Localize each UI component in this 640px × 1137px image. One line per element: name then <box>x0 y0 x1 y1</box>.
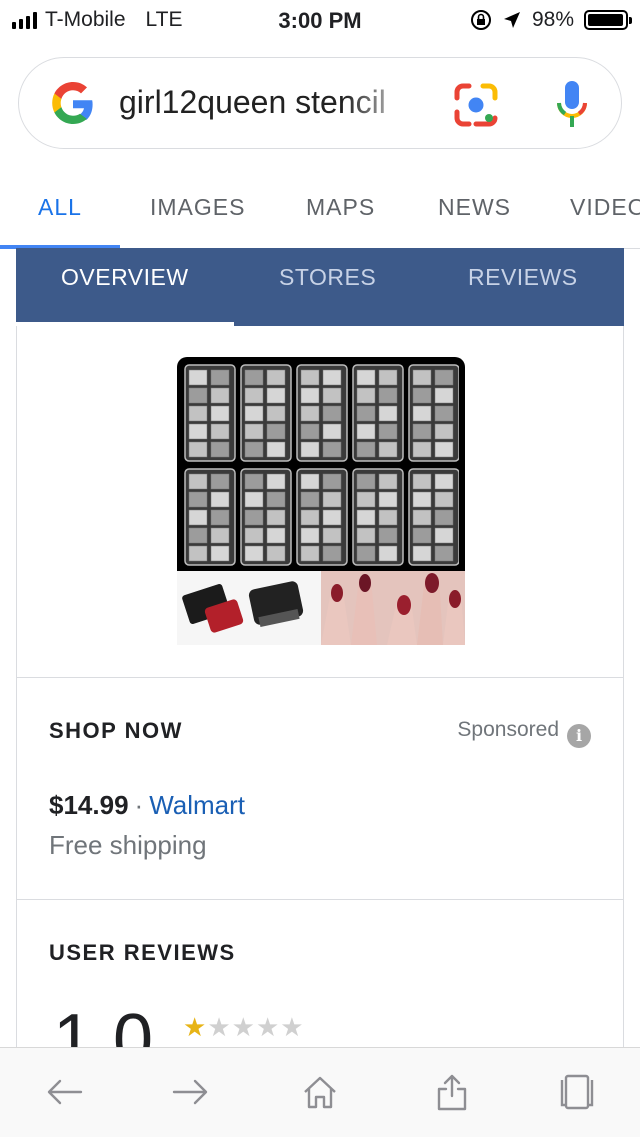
tab-maps[interactable]: MAPS <box>306 194 375 221</box>
stamping-plate <box>352 468 404 566</box>
shipping-info: Free shipping <box>49 830 207 860</box>
tab-video[interactable]: VIDEO <box>570 194 640 221</box>
info-icon[interactable]: i <box>567 724 591 748</box>
stamping-plate <box>240 364 292 462</box>
status-bar: T-Mobile LTE 3:00 PM 98% <box>0 0 640 40</box>
status-right: 98% <box>470 8 632 32</box>
subtab-overview[interactable]: OVERVIEW <box>61 264 189 291</box>
subtab-stores[interactable]: STORES <box>279 264 376 291</box>
battery-icon <box>584 10 632 30</box>
stamping-plate <box>408 364 459 462</box>
product-subtabs: OVERVIEW STORES REVIEWS <box>16 248 624 326</box>
share-icon[interactable] <box>432 1072 472 1112</box>
search-tabs: ALL IMAGES MAPS NEWS VIDEO <box>0 170 640 249</box>
stamper-image <box>177 571 321 645</box>
sponsored-label: Sponsored i <box>457 718 591 748</box>
google-g-icon <box>52 82 93 124</box>
tabs-icon[interactable] <box>556 1072 596 1112</box>
price-line: $14.99 · Walmart <box>49 790 245 821</box>
product-accessories-strip <box>177 571 465 645</box>
battery-fill <box>588 14 623 26</box>
search-box[interactable]: girl12queen stencil <box>18 57 622 149</box>
stamping-plate <box>184 468 236 566</box>
product-image-card <box>16 326 624 678</box>
rotation-lock-icon <box>470 10 491 30</box>
store-link[interactable]: Walmart <box>149 790 245 820</box>
star-rating: ★★★★★ <box>183 1012 305 1043</box>
star-empty-icon: ★ <box>207 1012 232 1042</box>
product-price: $14.99 <box>49 790 129 820</box>
forward-arrow-icon[interactable] <box>170 1072 210 1112</box>
star-empty-icon: ★ <box>255 1012 281 1042</box>
star-filled-icon: ★ <box>183 1012 208 1042</box>
location-arrow-icon <box>503 12 520 28</box>
browser-toolbar <box>0 1047 640 1137</box>
star-empty-icon: ★ <box>280 1012 305 1042</box>
stamping-plate <box>296 364 348 462</box>
shop-now-card: SHOP NOW Sponsored i $14.99 · Walmart Free… <box>16 678 624 900</box>
home-icon[interactable] <box>300 1072 340 1112</box>
subtab-reviews[interactable]: REVIEWS <box>468 264 578 291</box>
battery-percent: 98% <box>531 8 574 31</box>
tab-all[interactable]: ALL <box>38 194 82 221</box>
price-separator: · <box>134 790 144 820</box>
sponsored-text: Sponsored <box>457 718 559 741</box>
product-image[interactable] <box>177 357 465 645</box>
search-input[interactable]: girl12queen stencil <box>119 84 419 121</box>
back-arrow-icon[interactable] <box>45 1072 85 1112</box>
google-lens-icon[interactable] <box>451 80 501 130</box>
painted-nails-image <box>321 571 465 645</box>
stamping-plates-image <box>184 364 459 566</box>
star-empty-icon: ★ <box>231 1012 256 1042</box>
stamping-plate <box>184 364 236 462</box>
user-reviews-title: USER REVIEWS <box>49 940 236 965</box>
tab-images[interactable]: IMAGES <box>150 194 245 221</box>
microphone-icon[interactable] <box>556 79 588 131</box>
stamping-plate <box>408 468 459 566</box>
stamping-plate <box>240 468 292 566</box>
stamping-plate <box>296 468 348 566</box>
user-reviews-card: USER REVIEWS 1.0 ★★★★★ <box>16 900 624 1076</box>
stamping-plate <box>352 364 404 462</box>
tab-news[interactable]: NEWS <box>438 194 511 221</box>
shop-now-title: SHOP NOW <box>49 718 183 743</box>
